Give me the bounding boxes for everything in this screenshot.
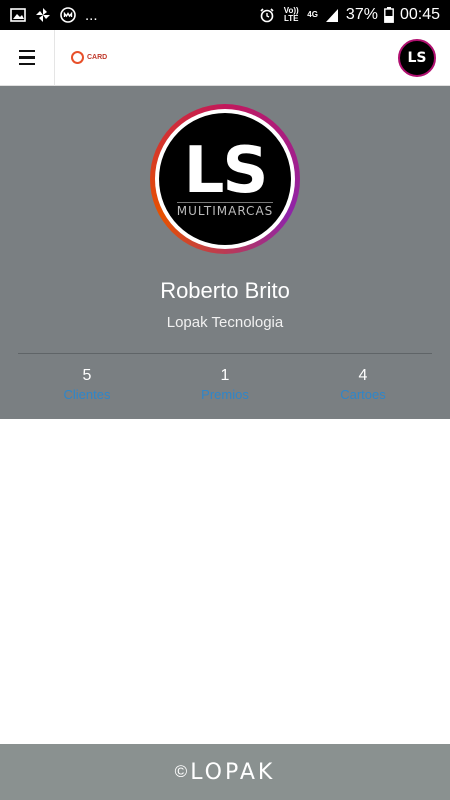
footer-logo: LOPAK <box>190 759 276 785</box>
image-icon <box>10 8 26 22</box>
top-app-bar: CARD LS <box>0 29 450 86</box>
stat-premios[interactable]: 1 Premios <box>156 366 294 404</box>
menu-button[interactable] <box>0 29 55 86</box>
user-avatar[interactable]: LS <box>398 38 436 77</box>
more-notifications: ... <box>85 6 98 24</box>
brand-logo-text: CARD <box>87 54 108 61</box>
clock: 00:45 <box>399 6 440 23</box>
stat-value: 4 <box>358 367 368 384</box>
divider <box>18 353 432 354</box>
alarm-icon <box>260 8 274 23</box>
signal-icon <box>325 9 338 22</box>
volte-indicator: Vo)) LTE <box>283 6 299 23</box>
stat-cartoes[interactable]: 4 Cartoes <box>294 366 432 404</box>
stat-label-link[interactable]: Clientes <box>18 386 156 404</box>
brand-logo-icon <box>71 51 84 64</box>
brand-logo[interactable]: CARD <box>71 51 107 64</box>
stat-value: 1 <box>220 367 230 384</box>
profile-header: LS MULTIMARCAS Roberto Brito Lopak Tecno… <box>0 86 450 419</box>
pinwheel-icon <box>36 8 50 22</box>
copyright-symbol: © <box>174 762 188 781</box>
avatar-logo-text: LS <box>183 134 269 208</box>
status-bar: ... Vo)) LTE 4G 37% 00:45 <box>0 0 450 30</box>
stat-value: 5 <box>82 367 92 384</box>
profile-company: Lopak Tecnologia <box>166 314 284 331</box>
stat-label-link[interactable]: Cartoes <box>294 386 432 404</box>
stat-clientes[interactable]: 5 Clientes <box>18 366 156 404</box>
messenger-icon <box>60 7 76 23</box>
stats-row: 5 Clientes 1 Premios 4 Cartoes <box>18 366 432 404</box>
network-indicator: 4G <box>307 10 318 19</box>
battery-icon <box>384 7 394 23</box>
battery-percent: 37% <box>345 6 378 23</box>
footer: © LOPAK <box>0 744 450 800</box>
profile-avatar[interactable]: LS MULTIMARCAS <box>150 104 300 254</box>
avatar-logo-subtitle: MULTIMARCAS <box>176 202 274 218</box>
profile-name: Roberto Brito <box>160 278 290 303</box>
hamburger-icon <box>19 48 35 68</box>
stat-label-link[interactable]: Premios <box>156 386 294 404</box>
